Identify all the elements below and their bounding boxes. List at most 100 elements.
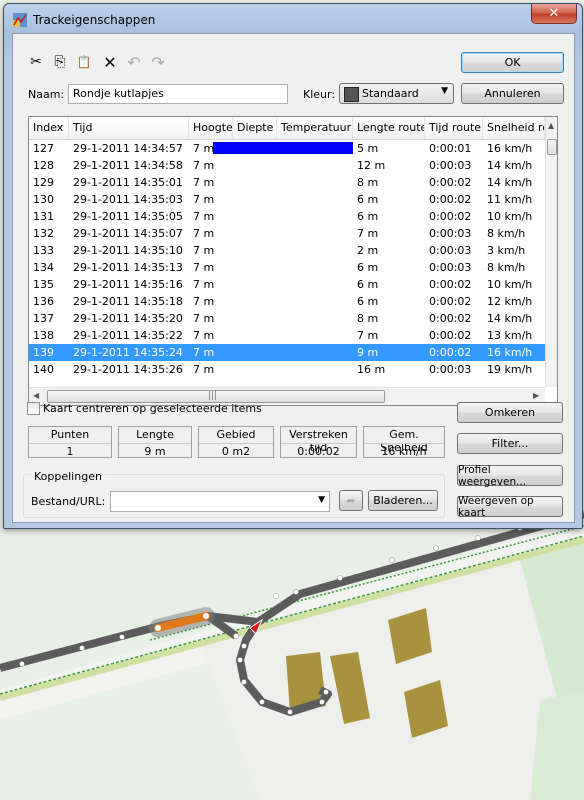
- dialog-content: ✂ ⎘ 📋 ✕ ↶ ↷ OK Annuleren Naam: Rondje ku…: [12, 33, 575, 523]
- column-header[interactable]: Index: [29, 117, 69, 139]
- cell-length: 16 m: [357, 363, 386, 376]
- cell-height: 7 m: [193, 329, 215, 342]
- cell-index: 140: [33, 363, 54, 376]
- scroll-right-icon[interactable]: ▶: [533, 391, 539, 400]
- table-row[interactable]: 129 29-1-2011 14:35:01 7 m 8 m 0:00:02 14 km/…: [29, 174, 545, 191]
- undo-icon[interactable]: ↶: [125, 53, 143, 72]
- cell-duration: 0:00:02: [429, 346, 472, 359]
- cell-temp: [277, 361, 353, 378]
- filter-button[interactable]: Filter...: [457, 433, 563, 454]
- scroll-up-icon[interactable]: ▲: [548, 121, 554, 130]
- cell-speed: 16 km/h: [487, 346, 533, 359]
- cell-length: 7 m: [357, 329, 379, 342]
- app-icon: [13, 13, 27, 27]
- file-url-input[interactable]: ▼: [110, 491, 330, 512]
- cell-duration: 0:00:03: [429, 261, 472, 274]
- table-row[interactable]: 138 29-1-2011 14:35:22 7 m 7 m 0:00:02 13 km/…: [29, 327, 545, 344]
- cell-index: 135: [33, 278, 54, 291]
- cell-temp: [277, 276, 353, 293]
- paste-icon[interactable]: 📋: [75, 53, 93, 71]
- cell-index: 136: [33, 295, 54, 308]
- cell-temp: [277, 259, 353, 276]
- cell-temp: [277, 327, 353, 344]
- reverse-button[interactable]: Omkeren: [457, 402, 563, 423]
- cell-speed: 8 km/h: [487, 261, 526, 274]
- name-input[interactable]: Rondje kutlapjes: [68, 84, 288, 104]
- table-row[interactable]: 136 29-1-2011 14:35:18 7 m 6 m 0:00:02 12 km/…: [29, 293, 545, 310]
- table-row[interactable]: 134 29-1-2011 14:35:13 7 m 6 m 0:00:03 8 km/h: [29, 259, 545, 276]
- table-row-selected[interactable]: 139 29-1-2011 14:35:24 7 m 9 m 0:00:02 16 km/…: [29, 344, 545, 361]
- cell-height: 7 m: [193, 278, 215, 291]
- highlight-bar: [213, 142, 353, 154]
- table-row[interactable]: 137 29-1-2011 14:35:20 7 m 8 m 0:00:02 14 km/…: [29, 310, 545, 327]
- cell-time: 29-1-2011 14:35:05: [73, 210, 183, 223]
- table-row[interactable]: 140 29-1-2011 14:35:26 7 m 16 m 0:00:03 19 km…: [29, 361, 545, 378]
- file-url-label: Bestand/URL:: [31, 495, 106, 508]
- cell-length: 7 m: [357, 227, 379, 240]
- cell-duration: 0:00:02: [429, 295, 472, 308]
- cell-temp: [277, 157, 353, 174]
- table-row[interactable]: 128 29-1-2011 14:34:58 7 m 12 m 0:00:03 14 km…: [29, 157, 545, 174]
- vertical-scroll-thumb[interactable]: [547, 139, 557, 155]
- center-map-checkbox[interactable]: [27, 402, 40, 415]
- column-header[interactable]: Tijd: [69, 117, 189, 139]
- column-header[interactable]: Snelheid rou: [483, 117, 545, 139]
- column-header[interactable]: Tijd route: [425, 117, 483, 139]
- cell-depth: [233, 191, 277, 208]
- close-icon: ✕: [548, 6, 560, 21]
- cell-temp: [277, 293, 353, 310]
- chevron-down-icon: ▼: [441, 86, 448, 96]
- cell-speed: 10 km/h: [487, 278, 533, 291]
- table-row[interactable]: 132 29-1-2011 14:35:07 7 m 7 m 0:00:03 8 km/h: [29, 225, 545, 242]
- cell-depth: [233, 259, 277, 276]
- stat-3: Verstreken tijd 0:00:02: [280, 426, 357, 458]
- table-row[interactable]: 131 29-1-2011 14:35:05 7 m 6 m 0:00:02 10 km/…: [29, 208, 545, 225]
- table-header: Index Tijd Hoogte Diepte Temperatuur Lengte r…: [29, 117, 545, 140]
- cell-speed: 16 km/h: [487, 142, 533, 155]
- browse-button[interactable]: Bladeren...: [368, 490, 438, 511]
- grip-icon: |||: [208, 391, 218, 401]
- open-link-button[interactable]: ➦: [339, 490, 363, 511]
- redo-icon[interactable]: ↷: [149, 53, 167, 72]
- table-row[interactable]: 130 29-1-2011 14:35:03 7 m 6 m 0:00:02 11 km/…: [29, 191, 545, 208]
- column-header[interactable]: Hoogte: [189, 117, 233, 139]
- cell-duration: 0:00:01: [429, 142, 472, 155]
- cell-index: 139: [33, 346, 54, 359]
- color-select[interactable]: Standaard ▼: [339, 83, 454, 104]
- column-header[interactable]: Lengte route: [353, 117, 425, 139]
- column-header[interactable]: Temperatuur: [277, 117, 353, 139]
- cell-depth: [233, 310, 277, 327]
- cell-index: 131: [33, 210, 54, 223]
- table-row[interactable]: 127 29-1-2011 14:34:57 7 m5 m 0:00:01 16 km/…: [29, 140, 545, 157]
- delete-icon[interactable]: ✕: [101, 53, 119, 72]
- cell-height: 7 m: [193, 210, 215, 223]
- cell-height: 7 m: [193, 193, 215, 206]
- column-header[interactable]: Diepte: [233, 117, 277, 139]
- stat-label: Gebied: [216, 428, 256, 441]
- window-title: Trackeigenschappen: [33, 13, 156, 27]
- cancel-button[interactable]: Annuleren: [461, 83, 564, 104]
- cell-depth: [233, 344, 277, 361]
- table-row[interactable]: 133 29-1-2011 14:35:10 7 m 2 m 0:00:03 3 km/h: [29, 242, 545, 259]
- cell-time: 29-1-2011 14:35:13: [73, 261, 183, 274]
- cell-time: 29-1-2011 14:35:18: [73, 295, 183, 308]
- track-properties-dialog: Trackeigenschappen ✕ ✂ ⎘ 📋 ✕ ↶ ↷ OK Annu…: [3, 3, 583, 529]
- ok-button[interactable]: OK: [461, 52, 564, 73]
- profile-button[interactable]: Profiel weergeven...: [457, 464, 563, 488]
- stat-value: 9 m: [119, 443, 191, 458]
- table-row[interactable]: 135 29-1-2011 14:35:16 7 m 6 m 0:00:02 10 km/…: [29, 276, 545, 293]
- arrow-right-icon: ➦: [346, 494, 356, 507]
- links-group-label: Koppelingen: [31, 470, 105, 483]
- stat-value: 0 m2: [199, 443, 273, 458]
- cell-index: 128: [33, 159, 54, 172]
- track-points-table[interactable]: Index Tijd Hoogte Diepte Temperatuur Lengte r…: [28, 116, 558, 406]
- title-bar[interactable]: Trackeigenschappen ✕: [4, 4, 582, 34]
- cell-index: 127: [33, 142, 54, 155]
- vertical-scrollbar[interactable]: ▲: [545, 117, 557, 387]
- cut-icon[interactable]: ✂: [27, 53, 45, 71]
- cell-time: 29-1-2011 14:35:01: [73, 176, 183, 189]
- close-button[interactable]: ✕: [531, 4, 577, 24]
- scroll-left-icon[interactable]: ◀: [33, 391, 39, 400]
- show-on-map-button[interactable]: Weergeven op kaart: [457, 495, 563, 519]
- copy-icon[interactable]: ⎘: [51, 53, 69, 71]
